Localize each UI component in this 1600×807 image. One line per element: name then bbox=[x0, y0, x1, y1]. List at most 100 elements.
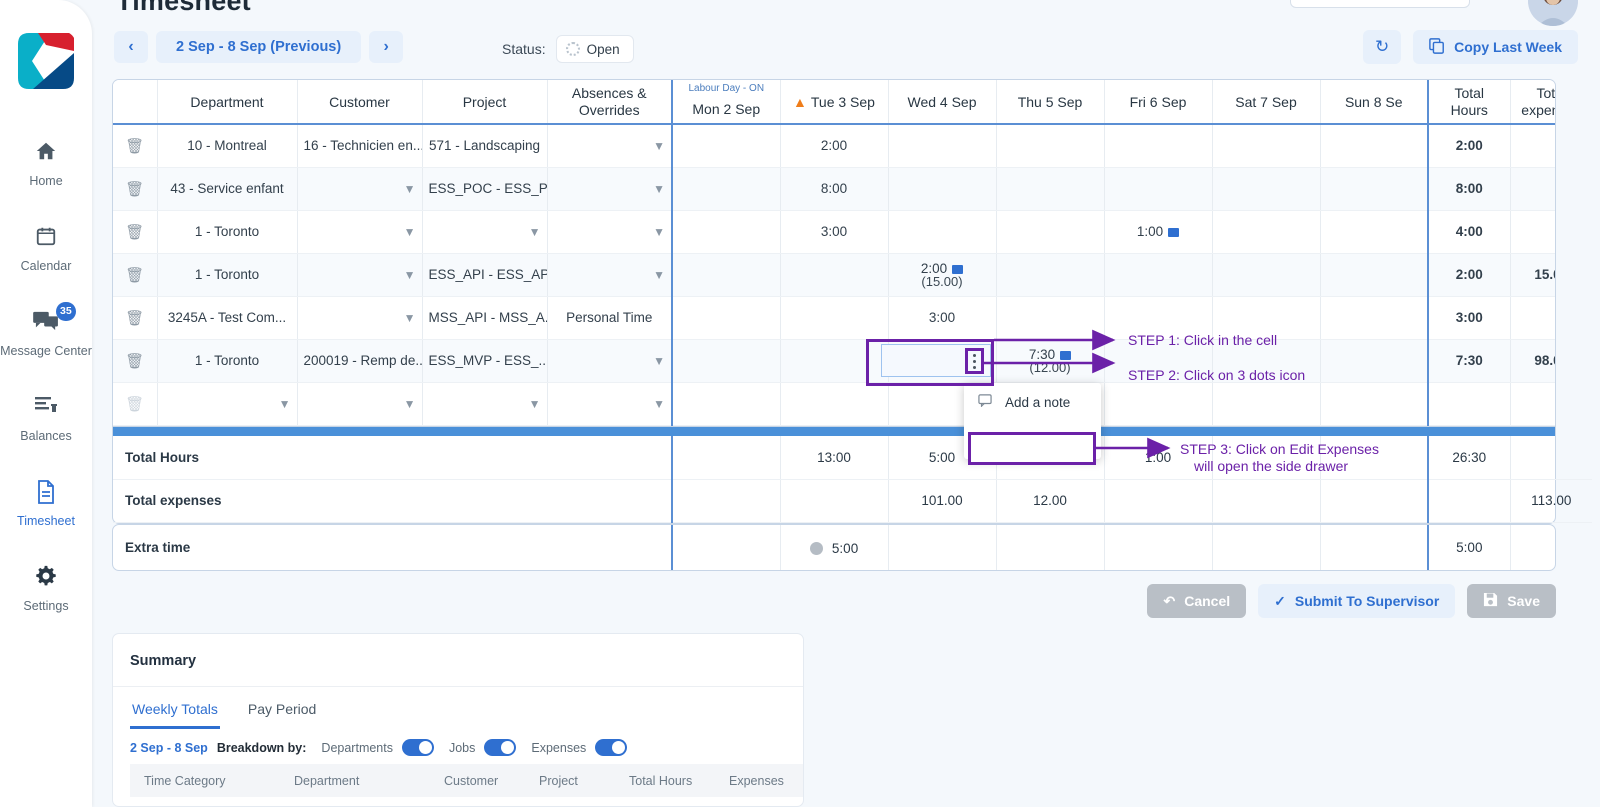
save-button[interactable]: Save bbox=[1467, 584, 1556, 618]
cell-department[interactable]: 1 - Toronto bbox=[157, 253, 298, 297]
refresh-icon[interactable]: ↻ bbox=[1363, 30, 1402, 64]
cell-sat[interactable] bbox=[1212, 210, 1321, 254]
table-row[interactable]: 🗑 3245A - Test Com... ▼ MSS_API - MSS_A.… bbox=[113, 296, 1555, 340]
chevron-down-icon[interactable]: ▼ bbox=[404, 182, 416, 196]
cell-customer[interactable]: 200019 - Remp de... bbox=[297, 339, 423, 383]
cell-department[interactable]: 10 - Montreal bbox=[157, 124, 298, 168]
cell-project[interactable]: ESS_MVP - ESS_... bbox=[422, 339, 548, 383]
cell-sun[interactable] bbox=[1320, 253, 1429, 297]
sidebar-item-home[interactable]: Home bbox=[0, 128, 92, 199]
chevron-down-icon[interactable]: ▼ bbox=[529, 225, 541, 239]
table-row[interactable]: 🗑 43 - Service enfant ▼ ESS_POC - ESS_P.… bbox=[113, 167, 1555, 211]
cell-wed[interactable] bbox=[888, 167, 997, 211]
cell-mon[interactable] bbox=[671, 339, 781, 383]
cell-sat[interactable] bbox=[1212, 253, 1321, 297]
chevron-down-icon[interactable]: ▼ bbox=[653, 182, 665, 196]
cell-tue[interactable] bbox=[780, 296, 889, 340]
sidebar-item-message-center[interactable]: 35 Message Center bbox=[0, 298, 92, 369]
cell-sun[interactable] bbox=[1320, 296, 1429, 340]
sidebar-item-settings[interactable]: Settings bbox=[0, 553, 92, 624]
trash-icon[interactable]: 🗑 bbox=[125, 224, 144, 241]
tab-pay-period[interactable]: Pay Period bbox=[246, 687, 318, 729]
cell-sun[interactable] bbox=[1320, 167, 1429, 211]
cell-absences[interactable]: ▼ bbox=[547, 167, 673, 211]
cell-customer[interactable]: ▼ bbox=[297, 253, 423, 297]
row-delete-cell[interactable]: 🗑 bbox=[113, 210, 158, 254]
copy-last-week-button[interactable]: Copy Last Week bbox=[1413, 30, 1578, 64]
submit-to-supervisor-button[interactable]: ✓ Submit To Supervisor bbox=[1258, 584, 1456, 618]
cell-department[interactable]: 43 - Service enfant bbox=[157, 167, 298, 211]
week-range-selector[interactable]: 2 Sep - 8 Sep (Previous) bbox=[156, 31, 362, 63]
toggle-jobs[interactable] bbox=[484, 739, 517, 756]
cell-fri[interactable]: 1:00 bbox=[1104, 210, 1213, 254]
sidebar-item-calendar[interactable]: Calendar bbox=[0, 213, 92, 284]
cell-absences[interactable]: ▼ bbox=[547, 124, 673, 168]
cell-mon[interactable] bbox=[671, 167, 781, 211]
table-row[interactable]: 🗑 10 - Montreal 16 - Technicien en... 57… bbox=[113, 124, 1555, 168]
cell-project[interactable]: ESS_API - ESS_AP... bbox=[422, 253, 548, 297]
cell-sun[interactable] bbox=[1320, 382, 1429, 426]
sidebar-item-timesheet[interactable]: Timesheet bbox=[0, 468, 92, 539]
row-delete-cell[interactable]: 🗑 bbox=[113, 339, 158, 383]
cell-project[interactable]: 571 - Landscaping bbox=[422, 124, 548, 168]
cell-customer[interactable]: ▼ bbox=[297, 167, 423, 211]
cell-department[interactable]: ▼ bbox=[157, 382, 298, 426]
trash-icon[interactable]: 🗑 bbox=[125, 181, 144, 198]
cell-department[interactable]: 1 - Toronto bbox=[157, 210, 298, 254]
trash-icon[interactable]: 🗑 bbox=[125, 138, 144, 155]
top-search-box[interactable]: ◗ ○ ▼ bbox=[1290, 0, 1470, 8]
row-delete-cell[interactable]: 🗑 bbox=[113, 253, 158, 297]
avatar[interactable] bbox=[1528, 0, 1578, 26]
cell-customer[interactable]: ▼ bbox=[297, 210, 423, 254]
cell-mon[interactable] bbox=[671, 124, 781, 168]
cell-fri[interactable] bbox=[1104, 167, 1213, 211]
cell-absences[interactable]: ▼ bbox=[547, 210, 673, 254]
cell-thu[interactable] bbox=[996, 253, 1105, 297]
cell-department[interactable]: 3245A - Test Com... bbox=[157, 296, 298, 340]
cell-absences[interactable]: ▼ bbox=[547, 253, 673, 297]
chevron-down-icon[interactable]: ▼ bbox=[653, 268, 665, 282]
tab-weekly-totals[interactable]: Weekly Totals bbox=[130, 687, 220, 729]
toggle-expenses[interactable] bbox=[595, 739, 628, 756]
cell-sun[interactable] bbox=[1320, 210, 1429, 254]
cell-fri[interactable] bbox=[1104, 382, 1213, 426]
cell-customer[interactable]: ▼ bbox=[297, 382, 423, 426]
cell-wed[interactable]: 3:00 bbox=[888, 296, 997, 340]
cell-tue[interactable] bbox=[780, 382, 889, 426]
cell-sun[interactable] bbox=[1320, 339, 1429, 383]
cell-thu[interactable]: 7:30 (12.00) bbox=[996, 339, 1105, 383]
cell-mon[interactable] bbox=[671, 253, 781, 297]
cell-thu[interactable] bbox=[996, 210, 1105, 254]
trash-icon[interactable]: 🗑 bbox=[125, 310, 144, 327]
cell-thu[interactable] bbox=[996, 296, 1105, 340]
chevron-down-icon[interactable]: ▼ bbox=[404, 225, 416, 239]
cell-sat[interactable] bbox=[1212, 167, 1321, 211]
cell-project[interactable]: ▼ bbox=[422, 210, 548, 254]
cell-tue[interactable]: 3:00 bbox=[780, 210, 889, 254]
chevron-down-icon[interactable]: ▼ bbox=[279, 397, 291, 411]
row-delete-cell[interactable]: 🗑 bbox=[113, 124, 158, 168]
cell-project[interactable]: MSS_API - MSS_A... bbox=[422, 296, 548, 340]
cell-wed[interactable]: 2:00 (15.00) bbox=[888, 253, 997, 297]
cell-sat[interactable] bbox=[1212, 382, 1321, 426]
row-delete-cell[interactable]: 🗑 bbox=[113, 167, 158, 211]
row-delete-cell[interactable]: 🗑 bbox=[113, 296, 158, 340]
cell-fri[interactable] bbox=[1104, 253, 1213, 297]
cell-mon[interactable] bbox=[671, 382, 781, 426]
trash-icon[interactable]: 🗑 bbox=[125, 267, 144, 284]
cell-project[interactable]: ▼ bbox=[422, 382, 548, 426]
cell-project[interactable]: ESS_POC - ESS_P... bbox=[422, 167, 548, 211]
table-row[interactable]: 🗑 1 - Toronto ▼ ▼ ▼ 3:00 1:00 4:00 bbox=[113, 210, 1555, 254]
cell-wed[interactable] bbox=[888, 210, 997, 254]
chevron-down-icon[interactable]: ▼ bbox=[404, 397, 416, 411]
chevron-down-icon[interactable]: ▼ bbox=[653, 225, 665, 239]
next-week-button[interactable]: › bbox=[369, 31, 404, 63]
cell-absences[interactable]: Personal Time bbox=[547, 296, 673, 340]
cell-tue[interactable]: 2:00 bbox=[780, 124, 889, 168]
chevron-down-icon[interactable]: ▼ bbox=[653, 354, 665, 368]
cancel-button[interactable]: ↶ Cancel bbox=[1147, 584, 1247, 618]
cell-department[interactable]: 1 - Toronto bbox=[157, 339, 298, 383]
chevron-down-icon[interactable]: ▼ bbox=[653, 397, 665, 411]
chevron-down-icon[interactable]: ▼ bbox=[529, 397, 541, 411]
cell-mon[interactable] bbox=[671, 210, 781, 254]
